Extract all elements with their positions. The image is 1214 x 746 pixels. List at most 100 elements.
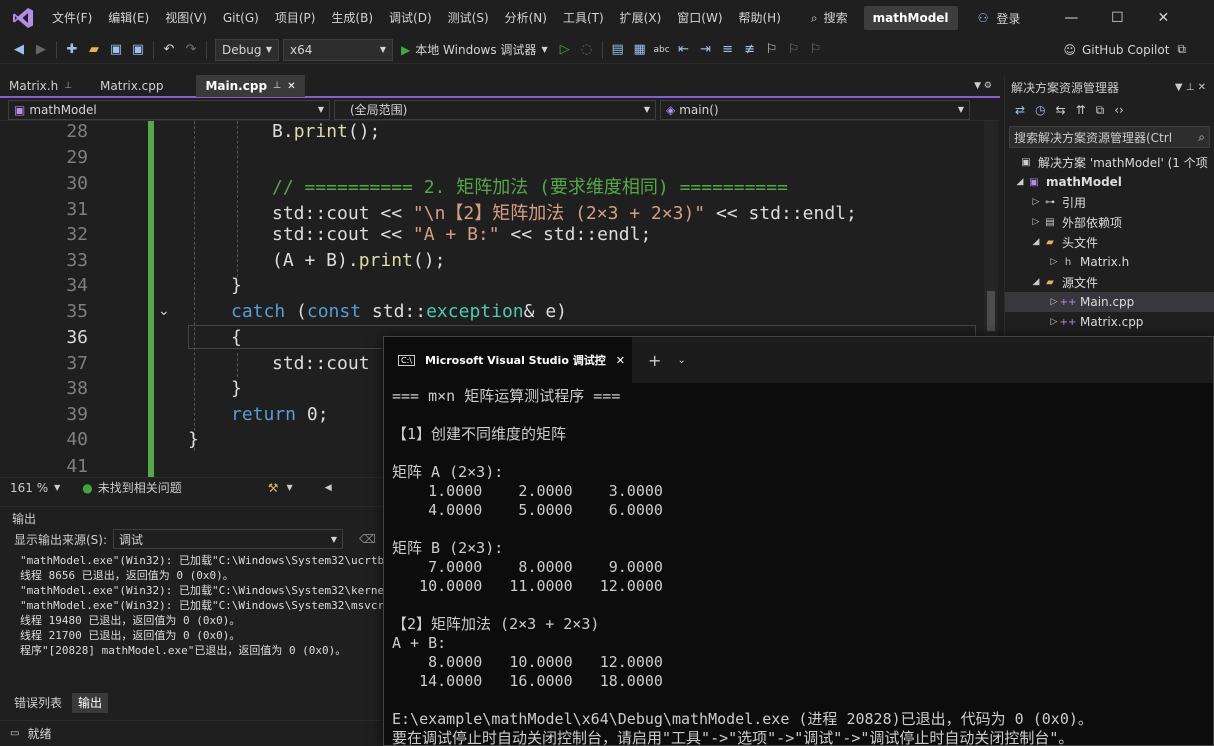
scroll-left-icon[interactable]: ◀ — [325, 483, 332, 493]
code-line-33: (A + B).print(); — [272, 250, 446, 271]
configuration-select[interactable]: Debug ▼ — [215, 38, 279, 61]
console-tab[interactable]: C:\ Microsoft Visual Studio 调试控 ✕ — [384, 337, 632, 383]
zoom-dropdown[interactable]: 161 % ▼ — [10, 481, 60, 495]
expanded-arrow-icon[interactable]: ◢ — [1029, 277, 1043, 287]
issues-indicator[interactable]: ● 未找到相关问题 — [82, 479, 182, 496]
close-icon[interactable]: ✕ — [287, 81, 295, 92]
panel-controls-icon[interactable]: ▼ ⊥ ✕ — [1175, 82, 1206, 93]
collapse-chevron-icon[interactable]: ⌄ — [158, 303, 170, 319]
switch-view-icon[interactable]: ⇆ — [1056, 103, 1066, 117]
collapse-all-icon[interactable]: ⇈ — [1076, 103, 1086, 117]
clear-output-icon[interactable]: ⌫ — [359, 532, 376, 546]
close-icon[interactable]: ✕ — [616, 354, 625, 367]
tab-overflow-icon[interactable]: ▼ ⚙ — [974, 81, 992, 91]
member-dropdown[interactable]: ◈ main() ▼ — [660, 99, 970, 120]
menu-git[interactable]: Git(G) — [215, 0, 267, 36]
output-source-dropdown[interactable]: 调试 ▼ — [113, 529, 344, 549]
maximize-button[interactable]: ☐ — [1094, 0, 1140, 36]
brush-icon[interactable]: ⚒ — [268, 481, 279, 495]
forward-icon[interactable]: ▶ — [30, 39, 52, 61]
console-output[interactable]: === m×n 矩阵运算测试程序 === 【1】创建不同维度的矩阵 矩阵 A (… — [384, 383, 1213, 746]
menu-extensions[interactable]: 扩展(X) — [612, 0, 670, 36]
tree-item-matrix-h[interactable]: ▷ h Matrix.h — [1005, 252, 1214, 272]
tab-error-list[interactable]: 错误列表 — [8, 693, 68, 713]
menu-tools[interactable]: 工具(T) — [555, 0, 612, 36]
new-tab-icon[interactable]: + — [648, 351, 661, 370]
save-icon[interactable]: ▣ — [105, 39, 127, 61]
scrollbar-thumb[interactable] — [987, 291, 995, 331]
menu-analyze[interactable]: 分析(N) — [497, 0, 555, 36]
collapsed-arrow-icon[interactable]: ▷ — [1047, 257, 1061, 267]
collapsed-arrow-icon[interactable]: ▷ — [1029, 197, 1043, 207]
tab-output[interactable]: 输出 — [72, 693, 109, 713]
tree-item-references[interactable]: ▷ ⊶ 引用 — [1005, 192, 1214, 212]
minimize-button[interactable]: — — [1048, 0, 1094, 36]
prev-bookmark-icon[interactable]: ⚐ — [783, 39, 805, 61]
menu-edit[interactable]: 编辑(E) — [100, 0, 157, 36]
tree-item-project[interactable]: ◢ ▣ mathModel — [1005, 172, 1214, 192]
github-copilot-button[interactable]: ☺ GitHub Copilot ⧉ — [1063, 42, 1186, 57]
tree-item-main-cpp[interactable]: ▷ ++ Main.cpp — [1005, 292, 1214, 312]
menu-window[interactable]: 窗口(W) — [669, 0, 730, 36]
redo-icon[interactable]: ↷ — [180, 39, 202, 61]
output-text[interactable]: "mathModel.exe"(Win32): 已加载"C:\Windows\S… — [0, 551, 390, 671]
layout-icon[interactable]: ▦ — [629, 39, 651, 61]
save-all-icon[interactable]: ▣ — [127, 39, 149, 61]
login-button[interactable]: ⚇ 登录 — [978, 10, 1021, 27]
tree-item-label: 源文件 — [1062, 275, 1099, 290]
bookmark-icon[interactable]: ⚐ — [761, 39, 783, 61]
tree-item-header-files[interactable]: ◢ ▰ 头文件 — [1005, 232, 1214, 252]
menu-project[interactable]: 项目(P) — [267, 0, 324, 36]
history-icon[interactable]: ◷ — [1035, 103, 1045, 117]
expanded-arrow-icon[interactable]: ◢ — [1029, 237, 1043, 247]
indent-icon[interactable]: ⇤ — [673, 39, 695, 61]
scope-dropdown[interactable]: (全局范围) ▼ — [334, 99, 656, 120]
close-window-button[interactable]: ✕ — [1140, 0, 1186, 36]
open-folder-icon[interactable]: ▰ — [83, 39, 105, 61]
outdent-icon[interactable]: ⇥ — [695, 39, 717, 61]
tab-matrix-h[interactable]: Matrix.h ⊥ — [0, 75, 81, 97]
new-item-icon[interactable]: ✚ — [61, 39, 83, 61]
solution-search-input[interactable]: 搜索解决方案资源管理器(Ctrl ⌕ — [1009, 126, 1210, 148]
indent-guide — [194, 121, 195, 451]
menu-build[interactable]: 生成(B) — [323, 0, 381, 36]
tree-item-source-files[interactable]: ◢ ▰ 源文件 — [1005, 272, 1214, 292]
status-ready-text: 就绪 — [27, 727, 52, 741]
undo-icon[interactable]: ↶ — [158, 39, 180, 61]
back-icon[interactable]: ◀ — [8, 39, 30, 61]
search-button[interactable]: ⌕ 搜索 — [803, 5, 856, 31]
next-bookmark-icon[interactable]: ⚐ — [805, 39, 827, 61]
expanded-arrow-icon[interactable]: ◢ — [1013, 177, 1027, 187]
spellcheck-icon[interactable]: abc — [651, 39, 673, 61]
code-icon[interactable]: ‹› — [1114, 103, 1124, 117]
debug-console-window[interactable]: C:\ Microsoft Visual Studio 调试控 ✕ + ⌄ ==… — [383, 336, 1214, 746]
browse-icon[interactable]: ▤ — [607, 39, 629, 61]
menu-help[interactable]: 帮助(H) — [731, 0, 789, 36]
menu-test[interactable]: 测试(S) — [440, 0, 497, 36]
pin-icon[interactable]: ⊥ — [64, 81, 72, 91]
tree-item-external-deps[interactable]: ▷ ▤ 外部依赖项 — [1005, 212, 1214, 232]
start-without-debugging-icon[interactable]: ▷ — [554, 39, 576, 61]
menu-view[interactable]: 视图(V) — [157, 0, 215, 36]
change-tracking-bar — [148, 121, 154, 477]
output-line: 程序"[20828] mathModel.exe"已退出，返回值为 0 (0x0… — [20, 644, 347, 657]
menu-file[interactable]: 文件(F) — [44, 0, 100, 36]
chevron-down-icon: ▼ — [541, 45, 548, 54]
project-dropdown[interactable]: ▣ mathModel ▼ — [8, 99, 330, 120]
sync-icon[interactable]: ⇄ — [1015, 103, 1025, 117]
tree-item-matrix-cpp[interactable]: ▷ ++ Matrix.cpp — [1005, 312, 1214, 332]
chevron-down-icon[interactable]: ⌄ — [677, 355, 685, 366]
uncomment-icon[interactable]: ≢ — [739, 39, 761, 61]
comment-icon[interactable]: ≡ — [717, 39, 739, 61]
tab-matrix-cpp[interactable]: Matrix.cpp — [91, 75, 172, 97]
pin-icon[interactable]: ⊥ — [273, 81, 281, 91]
hot-reload-icon[interactable]: ◌ — [576, 39, 598, 61]
console-line: 矩阵 B (2×3): — [392, 539, 504, 557]
show-all-files-icon[interactable]: ⧉ — [1096, 103, 1105, 118]
tab-main-cpp[interactable]: Main.cpp ⊥ ✕ — [196, 75, 305, 97]
tree-item-solution[interactable]: ▣ 解决方案 'mathModel' (1 个项 — [1005, 152, 1214, 172]
platform-select[interactable]: x64 ▼ — [283, 38, 393, 61]
menu-debug[interactable]: 调试(D) — [381, 0, 440, 36]
start-debugging-button[interactable]: ▶ 本地 Windows 调试器 ▼ — [401, 41, 548, 58]
collapsed-arrow-icon[interactable]: ▷ — [1029, 217, 1043, 227]
